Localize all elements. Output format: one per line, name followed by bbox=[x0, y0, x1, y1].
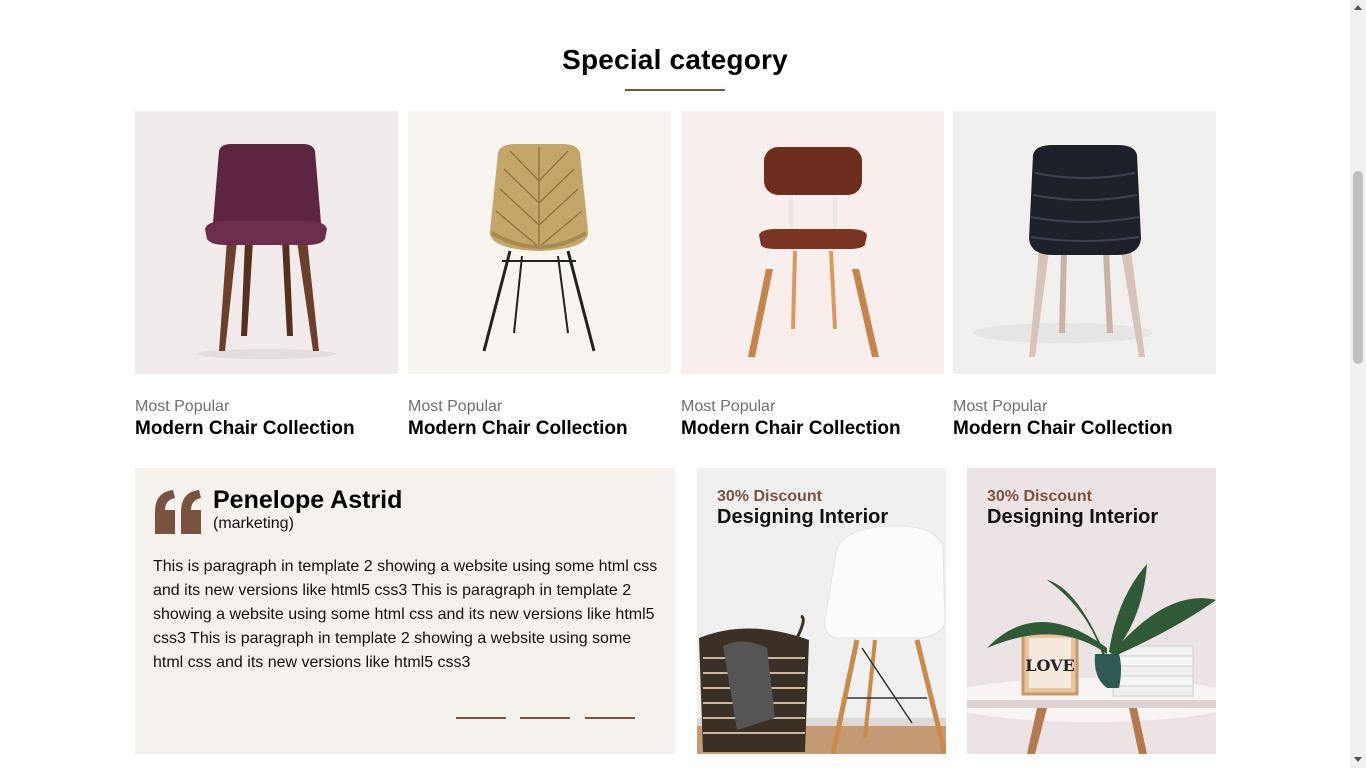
testimonial-card: Penelope Astrid (marketing) This is para… bbox=[135, 468, 675, 754]
product-title[interactable]: Modern Chair Collection bbox=[681, 417, 944, 441]
product-image[interactable] bbox=[681, 111, 944, 374]
quote-icon bbox=[155, 490, 201, 534]
product-subtitle: Most Popular bbox=[953, 398, 1048, 415]
leather-wood-chair-icon bbox=[748, 147, 879, 357]
product-image[interactable] bbox=[953, 111, 1216, 374]
vertical-scrollbar[interactable] bbox=[1350, 0, 1366, 768]
promo-card[interactable]: 30% Discount Designing Interior bbox=[697, 468, 946, 754]
product-subtitle: Most Popular bbox=[681, 398, 776, 415]
product-title[interactable]: Modern Chair Collection bbox=[408, 417, 671, 441]
testimonial-name: Penelope Astrid bbox=[213, 486, 403, 514]
promo-title[interactable]: Designing Interior bbox=[717, 506, 888, 529]
product-title[interactable]: Modern Chair Collection bbox=[135, 417, 398, 441]
testimonial-text: This is paragraph in template 2 showing … bbox=[153, 558, 658, 671]
promo-card[interactable]: LOVE 30% Discount Designing Interior bbox=[967, 468, 1216, 754]
page: Special category Most Popular Modern Cha… bbox=[0, 0, 1350, 768]
scroll-down-arrow-icon[interactable] bbox=[1354, 757, 1362, 762]
slider-dot[interactable] bbox=[520, 717, 570, 719]
purple-upholstered-chair-icon bbox=[196, 144, 336, 359]
scroll-up-arrow-icon[interactable] bbox=[1354, 5, 1362, 10]
slider-dot[interactable] bbox=[456, 717, 506, 719]
promo-title[interactable]: Designing Interior bbox=[987, 506, 1158, 529]
product-card[interactable]: Most Popular Modern Chair Collection bbox=[135, 111, 398, 441]
slider-dot[interactable] bbox=[585, 717, 635, 719]
product-subtitle: Most Popular bbox=[135, 398, 230, 415]
promo-discount: 30% Discount bbox=[987, 488, 1092, 505]
product-image[interactable] bbox=[408, 111, 671, 374]
rattan-wire-chair-icon bbox=[482, 144, 596, 352]
svg-text:LOVE: LOVE bbox=[1025, 656, 1075, 675]
promo-discount: 30% Discount bbox=[717, 488, 822, 505]
scrollbar-thumb[interactable] bbox=[1353, 171, 1363, 364]
product-card[interactable]: Most Popular Modern Chair Collection bbox=[681, 111, 944, 441]
black-quilted-chair-icon bbox=[973, 145, 1153, 357]
product-title[interactable]: Modern Chair Collection bbox=[953, 417, 1216, 441]
product-card[interactable]: Most Popular Modern Chair Collection bbox=[953, 111, 1216, 441]
product-card[interactable]: Most Popular Modern Chair Collection bbox=[408, 111, 671, 441]
section-title: Special category bbox=[562, 44, 788, 75]
title-underline bbox=[625, 89, 725, 91]
product-image[interactable] bbox=[135, 111, 398, 374]
testimonial-role: (marketing) bbox=[213, 515, 294, 532]
product-subtitle: Most Popular bbox=[408, 398, 503, 415]
